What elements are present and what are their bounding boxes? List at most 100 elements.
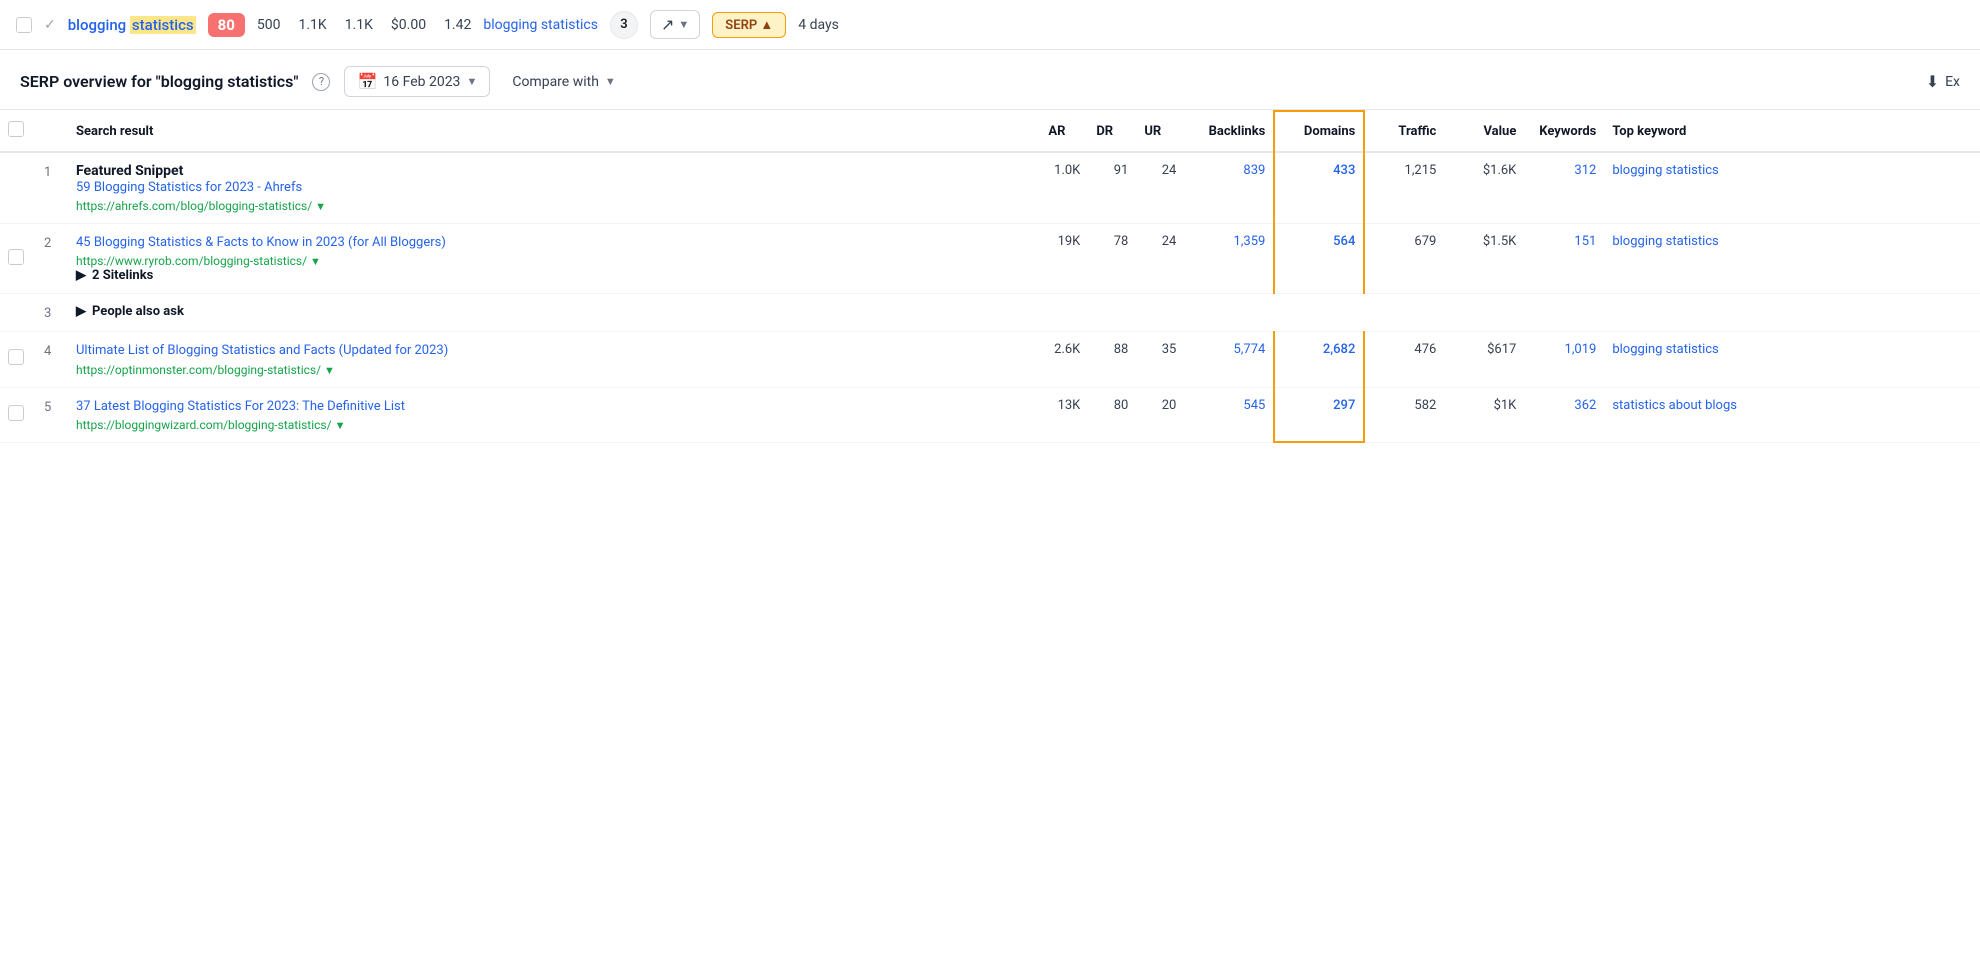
top-bar-keyword: blogging statistics: [68, 16, 196, 34]
row5-dropdown-arrow: ▼: [335, 419, 346, 432]
row1-url[interactable]: https://ahrefs.com/blog/blogging-statist…: [76, 199, 1032, 213]
row4-ar: 2.6K: [1040, 332, 1088, 387]
table-row: 4 Ultimate List of Blogging Statistics a…: [0, 332, 1980, 387]
stat-ratio: 1.42: [444, 17, 471, 33]
row4-checkbox[interactable]: [8, 349, 24, 365]
table-row: 2 45 Blogging Statistics & Facts to Know…: [0, 224, 1980, 294]
chevron-down-icon: ▼: [678, 18, 689, 31]
stat-s3: 1.1K: [345, 17, 373, 33]
stat-s2: 1.1K: [298, 17, 326, 33]
row4-checkbox-cell: [0, 332, 36, 387]
col-header-traffic: Traffic: [1364, 111, 1444, 152]
trend-button[interactable]: ↗ ▼: [650, 10, 700, 39]
row5-title[interactable]: 37 Latest Blogging Statistics For 2023: …: [76, 398, 1032, 416]
row4-title[interactable]: Ultimate List of Blogging Statistics and…: [76, 342, 1032, 360]
row1-value: $1.6K: [1444, 152, 1524, 224]
col-header-backlinks: Backlinks: [1184, 111, 1274, 152]
row4-traffic: 476: [1364, 332, 1444, 387]
compare-with-button[interactable]: Compare with ▼: [504, 69, 623, 95]
row4-backlinks: 5,774: [1184, 332, 1274, 387]
date-picker-button[interactable]: 📅 16 Feb 2023 ▼: [344, 66, 490, 97]
row3-people-ask: ▶ People also ask: [68, 294, 1980, 332]
row2-dropdown-arrow: ▼: [310, 255, 321, 268]
row1-keywords: 312: [1524, 152, 1604, 224]
row1-ur: 24: [1136, 152, 1184, 224]
row2-keywords: 151: [1524, 224, 1604, 294]
row1-traffic: 1,215: [1364, 152, 1444, 224]
people-ask-caret-icon: ▶: [76, 304, 86, 319]
row2-top-keyword: blogging statistics: [1604, 224, 1980, 294]
row2-dr: 78: [1088, 224, 1136, 294]
row5-result: 37 Latest Blogging Statistics For 2023: …: [68, 387, 1040, 442]
row2-checkbox-cell: [0, 224, 36, 294]
col-header-top-keyword: Top keyword: [1604, 111, 1980, 152]
col-header-keywords: Keywords: [1524, 111, 1604, 152]
row5-domains: 297: [1274, 387, 1364, 442]
row4-top-keyword: blogging statistics: [1604, 332, 1980, 387]
people-ask-label: People also ask: [92, 304, 184, 319]
calendar-icon: 📅: [357, 72, 377, 91]
top-bar-checkbox[interactable]: [16, 17, 32, 33]
header-checkbox[interactable]: [8, 121, 24, 137]
stat-s1: 500: [257, 17, 281, 33]
row4-url[interactable]: https://optinmonster.com/blogging-statis…: [76, 363, 1032, 377]
row1-top-keyword: blogging statistics: [1604, 152, 1980, 224]
row5-top-keyword: statistics about blogs: [1604, 387, 1980, 442]
row2-value: $1.5K: [1444, 224, 1524, 294]
date-chevron-icon: ▼: [466, 75, 477, 88]
row3-checkbox-cell: [0, 294, 36, 332]
row5-value: $1K: [1444, 387, 1524, 442]
serp-overview-title: SERP overview for "blogging statistics": [20, 72, 298, 91]
row2-sitelinks: ▶ 2 Sitelinks: [76, 268, 1032, 283]
row5-url[interactable]: https://bloggingwizard.com/blogging-stat…: [76, 418, 1032, 432]
row5-backlinks: 545: [1184, 387, 1274, 442]
row1-dropdown-arrow: ▼: [315, 200, 326, 213]
row4-num: 4: [36, 332, 68, 387]
sitelinks-label: 2 Sitelinks: [92, 268, 153, 283]
row4-value: $617: [1444, 332, 1524, 387]
top-bar-num: 3: [610, 11, 638, 39]
col-header-ur: UR: [1136, 111, 1184, 152]
col-header-value: Value: [1444, 111, 1524, 152]
serp-table-container: Search result AR DR UR Backlinks Domains…: [0, 110, 1980, 443]
row2-url[interactable]: https://www.ryrob.com/blogging-statistic…: [76, 254, 1032, 268]
stat-dollar: $0.00: [391, 17, 426, 33]
row4-domains: 2,682: [1274, 332, 1364, 387]
people-also-ask-row[interactable]: ▶ People also ask: [76, 304, 1972, 319]
row5-checkbox[interactable]: [8, 405, 24, 421]
row4-keywords: 1,019: [1524, 332, 1604, 387]
table-row: 1 Featured Snippet 59 Blogging Statistic…: [0, 152, 1980, 224]
date-label: 16 Feb 2023: [383, 74, 460, 90]
row5-keywords: 362: [1524, 387, 1604, 442]
col-header-domains: Domains: [1274, 111, 1364, 152]
export-label: Ex: [1945, 74, 1960, 90]
top-bar-keyword2: blogging statistics: [483, 17, 598, 33]
row5-ar: 13K: [1040, 387, 1088, 442]
row1-title[interactable]: 59 Blogging Statistics for 2023 - Ahrefs: [76, 179, 1032, 197]
row5-ur: 20: [1136, 387, 1184, 442]
col-header-checkbox: [0, 111, 36, 152]
table-row: 3 ▶ People also ask: [0, 294, 1980, 332]
score-badge: 80: [208, 13, 245, 37]
serp-table: Search result AR DR UR Backlinks Domains…: [0, 110, 1980, 443]
serp-header: SERP overview for "blogging statistics" …: [0, 50, 1980, 110]
row2-ur: 24: [1136, 224, 1184, 294]
serp-button[interactable]: SERP ▲: [712, 12, 786, 38]
sitelinks-caret-icon: ▶: [76, 268, 86, 283]
row2-ar: 19K: [1040, 224, 1088, 294]
row1-dr: 91: [1088, 152, 1136, 224]
keyword-highlight: statistics: [130, 16, 196, 34]
checkmark-icon: ✓: [44, 17, 56, 33]
help-icon[interactable]: ?: [312, 73, 330, 91]
row5-num: 5: [36, 387, 68, 442]
top-bar: ✓ blogging statistics 80 500 1.1K 1.1K $…: [0, 0, 1980, 50]
row1-backlinks: 839: [1184, 152, 1274, 224]
row2-title[interactable]: 45 Blogging Statistics & Facts to Know i…: [76, 234, 1032, 252]
row4-dr: 88: [1088, 332, 1136, 387]
row2-num: 2: [36, 224, 68, 294]
row1-num: 1: [36, 152, 68, 224]
table-row: 5 37 Latest Blogging Statistics For 2023…: [0, 387, 1980, 442]
row2-checkbox[interactable]: [8, 249, 24, 265]
export-button[interactable]: ⬇ Ex: [1926, 72, 1960, 91]
row2-result: 45 Blogging Statistics & Facts to Know i…: [68, 224, 1040, 294]
